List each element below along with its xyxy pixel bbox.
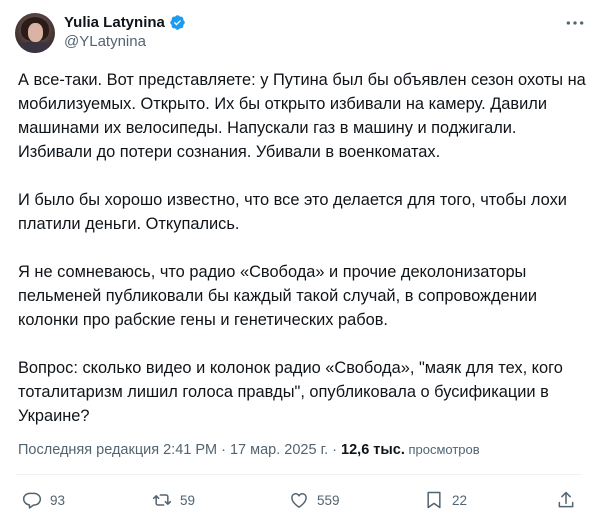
handle[interactable]: @YLatynina [64,33,146,50]
action-bar: 93 59 559 22 [0,486,598,516]
views-label: просмотров [404,442,480,457]
avatar-shoulders [17,41,53,53]
repost-icon [152,494,172,506]
name-row: Yulia Latynina [64,12,186,32]
edit-timestamp[interactable]: Последняя редакция 2:41 PM · 17 мар. 202… [18,442,341,458]
bookmark-count: 22 [452,492,468,508]
share-icon [558,491,574,508]
divider [16,474,582,475]
tweet-paragraph: Вопрос: сколько видео и колонок радио «С… [18,359,563,425]
like-icon [291,493,307,508]
share-button[interactable] [556,490,576,510]
tweet-meta: Последняя редакция 2:41 PM · 17 мар. 202… [18,442,480,462]
repost-button[interactable]: 59 [152,490,195,510]
bookmark-icon [427,491,441,509]
reply-button[interactable]: 93 [22,490,65,510]
more-icon[interactable] [565,13,585,33]
repost-count: 59 [180,492,196,508]
reply-icon [22,492,42,509]
bookmark-button[interactable]: 22 [424,490,467,510]
tweet-paragraph: Я не сомневаюсь, что радио «Свобода» и п… [18,263,538,329]
reply-count: 93 [50,492,66,508]
like-button[interactable]: 559 [289,490,340,510]
verified-badge-icon [170,14,185,30]
avatar[interactable] [15,13,55,53]
tweet-header: Yulia Latynina @YLatynina [0,0,598,58]
views-count: 12,6 тыс. [341,442,405,458]
tweet-text: А все-таки. Вот представляете: у Путина … [18,68,588,428]
like-count: 559 [317,492,340,508]
tweet-paragraph: И было бы хорошо известно, что все это д… [18,191,567,233]
tweet-paragraph: А все-таки. Вот представляете: у Путина … [18,71,586,161]
avatar-face [28,23,43,42]
display-name[interactable]: Yulia Latynina [64,14,165,31]
